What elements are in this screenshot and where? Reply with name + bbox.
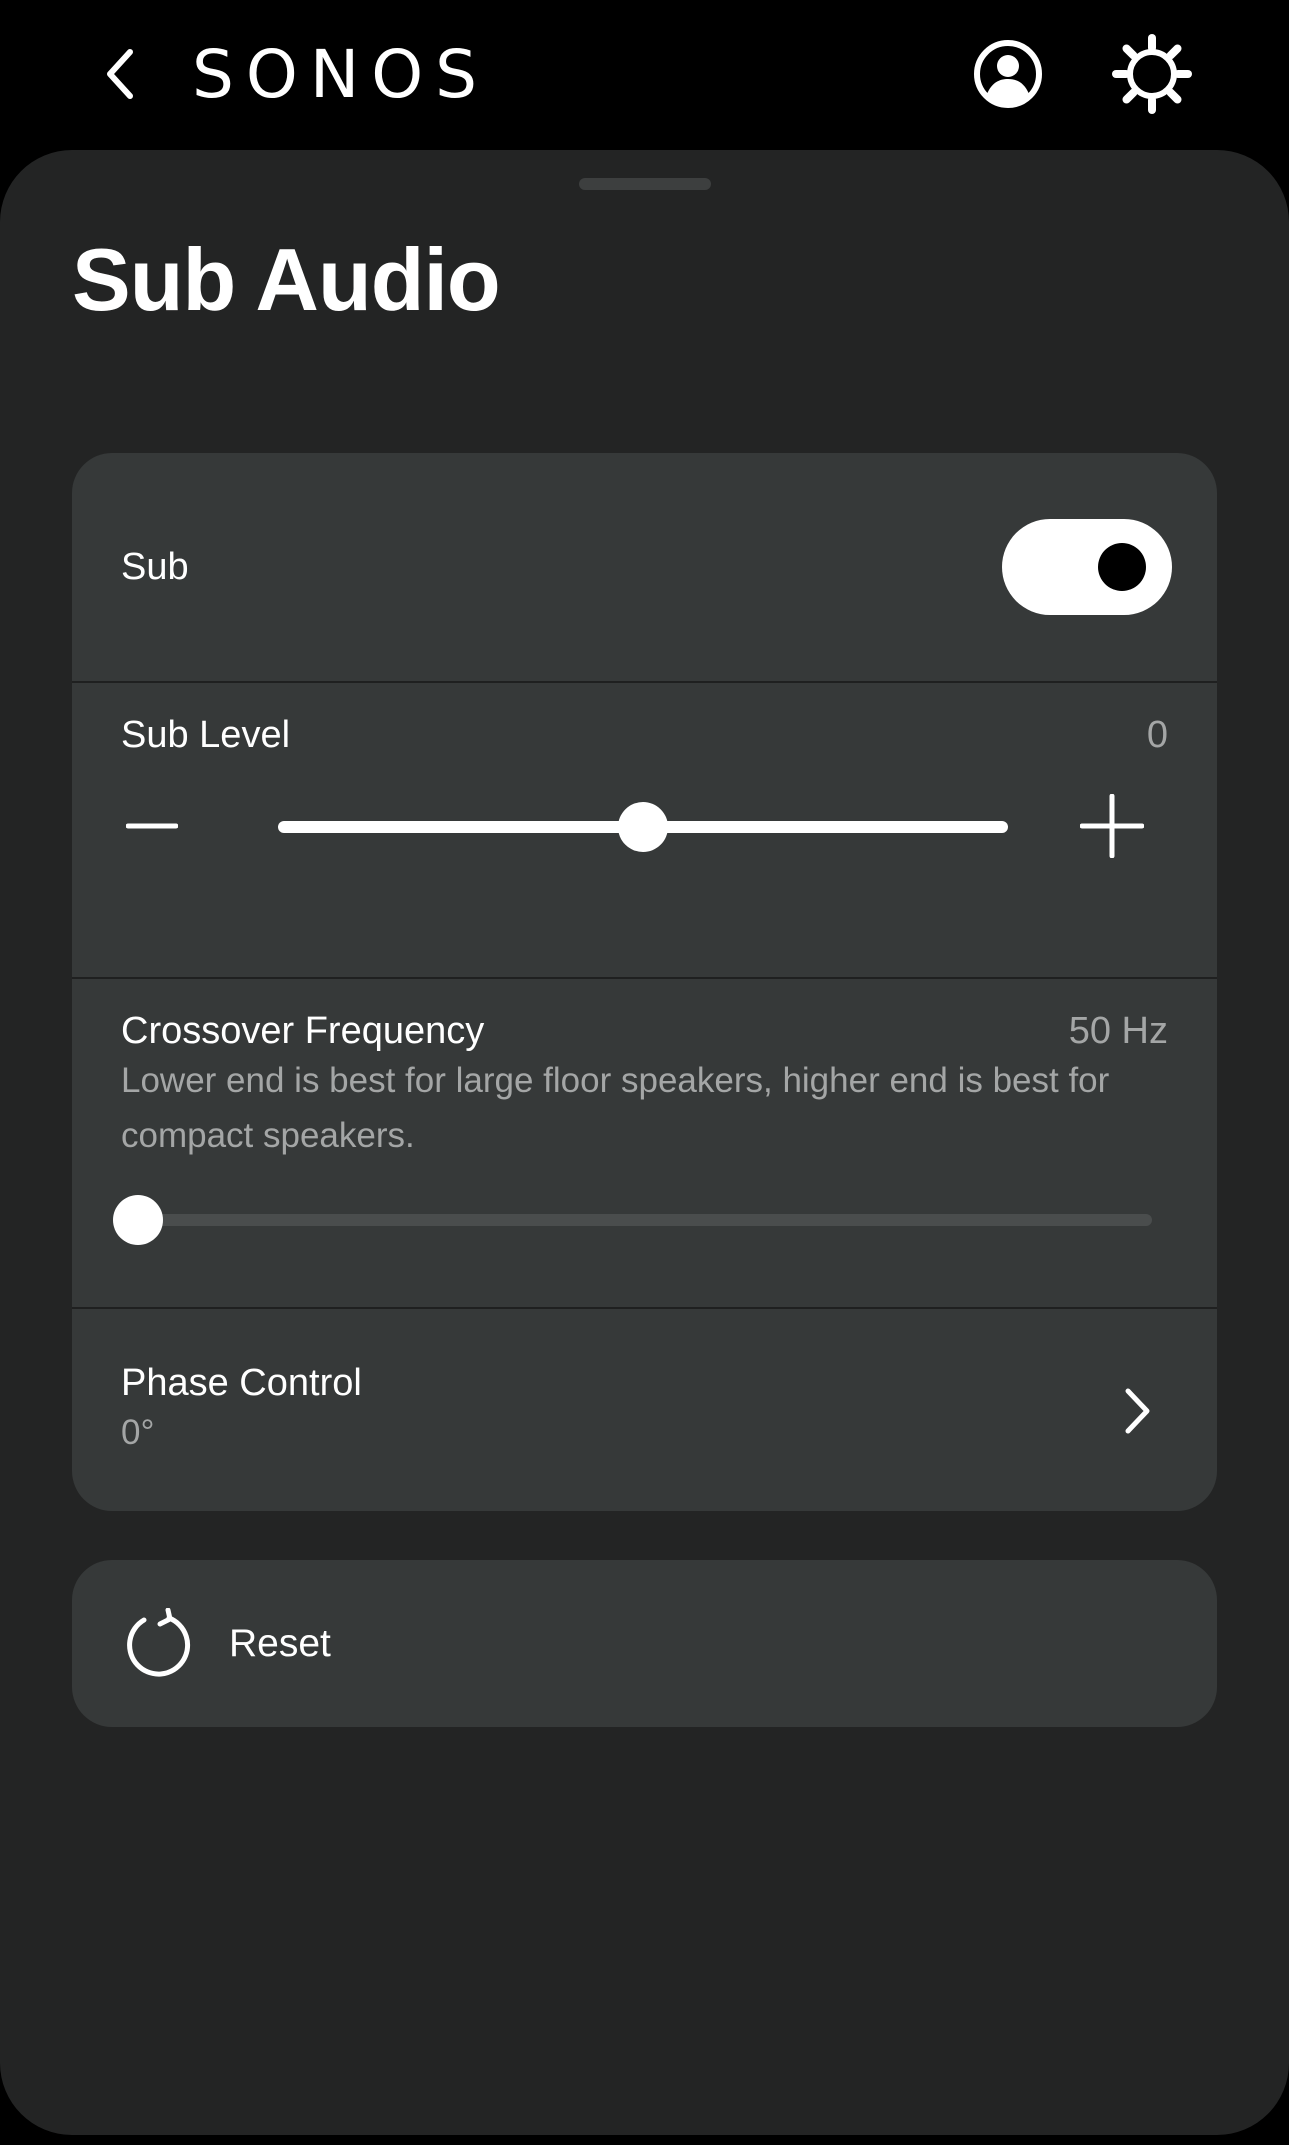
phase-control-row[interactable]: Phase Control 0° xyxy=(72,1309,1217,1511)
bottom-sheet: Sub Audio Sub Sub Level 0 Crossover Freq… xyxy=(0,150,1289,2135)
minus-icon xyxy=(126,823,178,829)
crossover-slider-thumb[interactable] xyxy=(113,1195,163,1245)
sub-level-label: Sub Level xyxy=(121,714,291,756)
gear-icon xyxy=(1112,34,1192,114)
crossover-slider-track[interactable] xyxy=(138,1214,1152,1226)
sub-level-value: 0 xyxy=(1146,714,1168,756)
sub-level-increase-button[interactable] xyxy=(1072,786,1152,866)
crossover-label: Crossover Frequency xyxy=(121,1010,485,1052)
sub-label: Sub xyxy=(121,546,189,588)
chevron-left-icon xyxy=(107,49,133,99)
back-button[interactable] xyxy=(88,42,152,106)
sub-level-row: Sub Level 0 xyxy=(72,683,1217,977)
sheet-grabber[interactable] xyxy=(579,178,711,190)
sub-level-decrease-button[interactable] xyxy=(112,786,192,866)
account-icon xyxy=(974,40,1042,108)
sub-settings-card: Sub Sub Level 0 Crossover Frequency 50 H… xyxy=(72,453,1217,1511)
sub-toggle[interactable] xyxy=(1002,519,1172,615)
phase-control-chevron[interactable] xyxy=(1107,1381,1167,1441)
phase-control-label: Phase Control xyxy=(121,1362,362,1404)
sub-level-slider-thumb[interactable] xyxy=(618,802,668,852)
sonos-logo: SONOS xyxy=(192,36,490,113)
chevron-right-icon xyxy=(1125,1388,1150,1434)
sub-toggle-row: Sub xyxy=(72,453,1217,681)
top-bar: SONOS xyxy=(0,0,1289,150)
reset-button[interactable]: Reset xyxy=(72,1560,1217,1727)
reset-icon xyxy=(127,1608,191,1677)
reset-label: Reset xyxy=(229,1622,331,1665)
settings-button[interactable] xyxy=(1112,34,1192,114)
page-title: Sub Audio xyxy=(72,230,501,329)
crossover-description: Lower end is best for large floor speake… xyxy=(121,1061,1110,1155)
crossover-value: 50 Hz xyxy=(1068,1010,1168,1052)
account-button[interactable] xyxy=(970,36,1046,112)
phase-control-value: 0° xyxy=(121,1413,155,1452)
plus-icon xyxy=(1080,794,1144,858)
crossover-row: Crossover Frequency 50 Hz Lower end is b… xyxy=(72,979,1217,1307)
toggle-knob xyxy=(1098,543,1146,591)
